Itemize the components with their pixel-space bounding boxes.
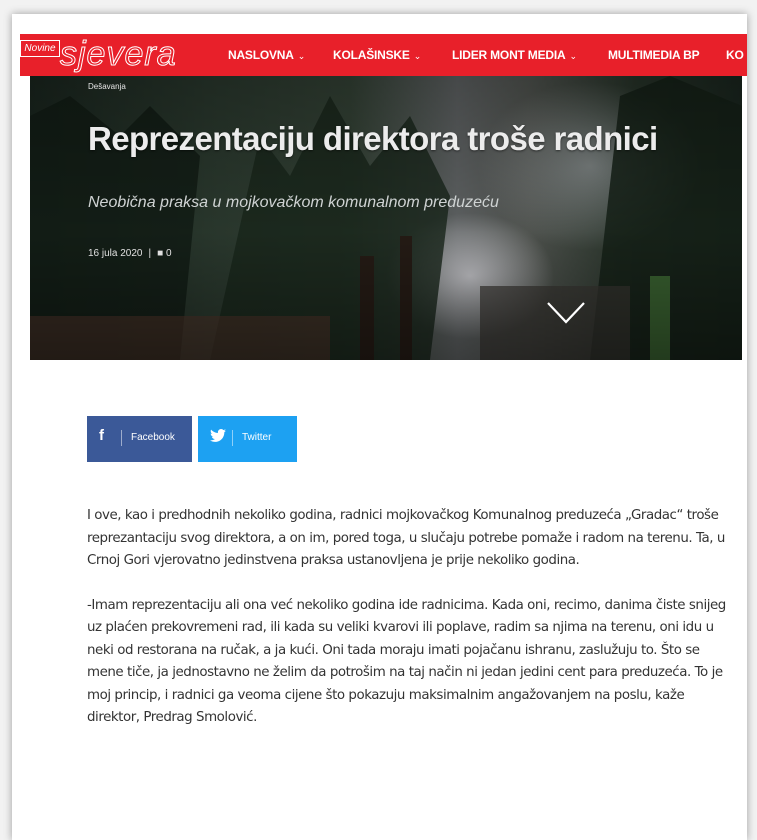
hero-overlay (30, 76, 742, 360)
twitter-share-label: Twitter (242, 432, 272, 443)
article-body: I ove, kao i predhodnih nekoliko godina,… (87, 505, 727, 752)
chevron-down-icon: ⌄ (569, 51, 577, 61)
logo-small[interactable]: Novine (20, 40, 60, 57)
body-paragraph: -Imam reprezentaciju ali ona već nekolik… (87, 597, 726, 726)
nav-item-lider-mont-media[interactable]: LIDER MONT MEDIA ⌄ (452, 34, 577, 76)
chevron-down-icon: ⌄ (297, 51, 306, 61)
article-subtitle: Neobična praksa u mojkovačkom komunalnom… (88, 194, 499, 211)
facebook-share-button[interactable]: f Facebook (87, 416, 192, 462)
divider (232, 430, 233, 446)
nav-item-multimedia-bp[interactable]: MULTIMEDIA BP (608, 34, 700, 76)
article-title: Reprezentaciju direktora troše radnici (88, 120, 658, 157)
nav-item-naslovna[interactable]: NASLOVNA ⌄ (228, 34, 305, 76)
facebook-icon: f (99, 427, 104, 444)
site-navbar: Novine sjevera NASLOVNA ⌄ KOLAŠINSKE ⌄ LID… (20, 34, 747, 76)
comment-icon[interactable]: ■ (157, 248, 163, 259)
article-meta: 16 jula 2020 | ■ 0 (88, 248, 172, 259)
comment-count[interactable]: 0 (166, 248, 172, 259)
facebook-share-label: Facebook (131, 432, 175, 443)
hero-image: Dešavanja Reprezentaciju direktora troše… (30, 76, 742, 360)
twitter-icon (210, 427, 226, 447)
article-date: 16 jula 2020 (88, 248, 143, 259)
nav-label: KOLAŠINSKE (333, 48, 410, 62)
site-logo[interactable]: sjevera (60, 34, 177, 74)
nav-label: NASLOVNA (228, 48, 294, 62)
nav-item-ko[interactable]: KO (726, 34, 744, 76)
nav-label: MULTIMEDIA BP (608, 48, 700, 62)
category-label[interactable]: Dešavanja (88, 82, 126, 91)
body-paragraph: I ove, kao i predhodnih nekoliko godina,… (87, 508, 725, 568)
nav-item-kolasinske[interactable]: KOLAŠINSKE ⌄ (333, 34, 421, 76)
chevron-down-icon[interactable] (546, 300, 586, 326)
divider (121, 430, 122, 446)
meta-separator: | (148, 248, 152, 259)
nav-label: LIDER MONT MEDIA (452, 48, 566, 62)
twitter-share-button[interactable]: Twitter (198, 416, 297, 462)
nav-label: KO (726, 48, 744, 62)
chevron-down-icon: ⌄ (413, 51, 422, 61)
